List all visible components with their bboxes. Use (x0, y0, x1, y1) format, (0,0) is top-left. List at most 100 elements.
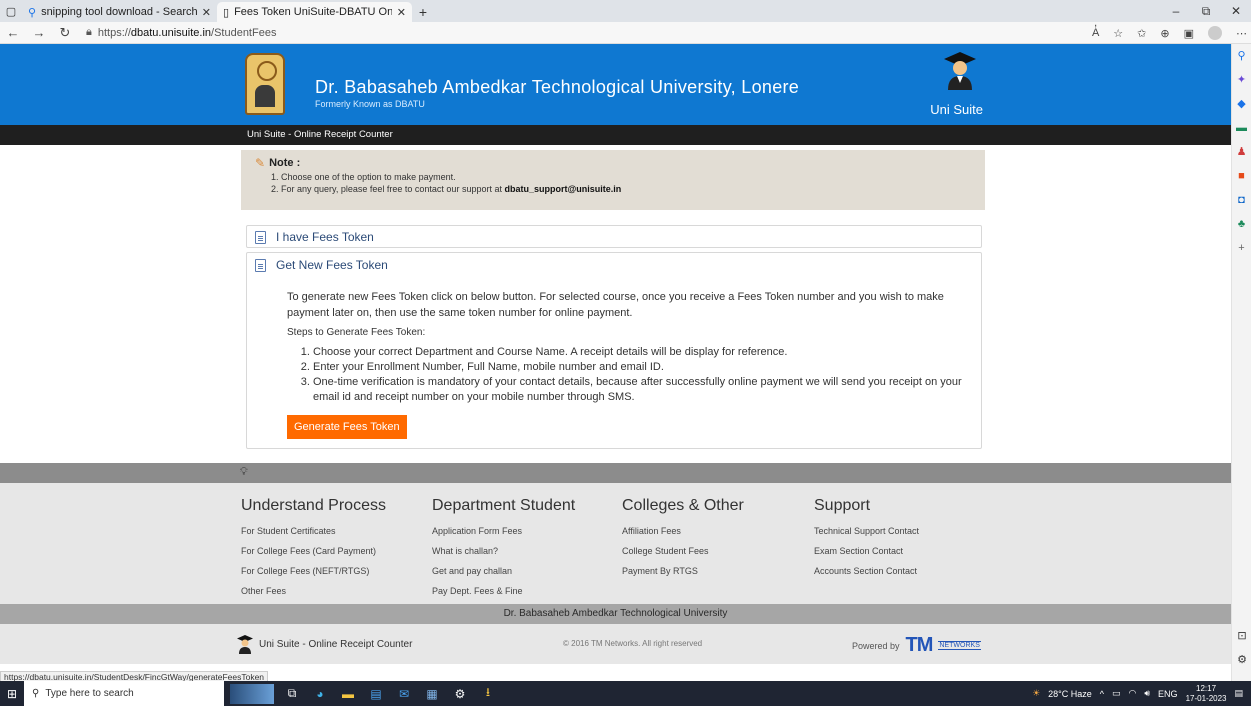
step-item: Enter your Enrollment Number, Full Name,… (313, 360, 971, 375)
taskbar-search-placeholder: Type here to search (45, 688, 134, 699)
language-indicator[interactable]: ENG (1158, 689, 1178, 699)
clock-time: 12:17 (1196, 683, 1217, 693)
taskbar-search[interactable]: ⚲ Type here to search (24, 681, 224, 706)
tm-networks-logo[interactable]: TM (906, 634, 934, 657)
steps-heading: Steps to Generate Fees Token: (287, 327, 426, 338)
sub-header-text: Uni Suite - Online Receipt Counter (247, 129, 393, 140)
outlook-icon[interactable]: ◘ (1232, 188, 1251, 212)
new-tab-button[interactable]: + (412, 2, 434, 22)
weather-text[interactable]: 28°C Haze (1048, 689, 1092, 699)
weather-icon: ☀ (1032, 688, 1041, 698)
footer-link[interactable]: Payment By RTGS (622, 561, 744, 581)
sidebar-toggle-icon[interactable]: ⊡ (1232, 624, 1251, 648)
notification-icon[interactable]: ▤ (1234, 688, 1243, 699)
network-icon[interactable]: ▭ (1112, 688, 1121, 699)
footer-link[interactable]: Get and pay challan (432, 561, 575, 581)
new-token-title[interactable]: Get New Fees Token (276, 258, 388, 272)
search-icon: ⚲ (28, 6, 37, 19)
lightbulb-icon: 💡︎ (240, 466, 248, 478)
footer-column-support: Support Technical Support Contact Exam S… (814, 497, 919, 581)
profile-avatar[interactable] (1208, 26, 1222, 40)
discover-icon[interactable]: ✦ (1232, 68, 1251, 92)
intro-text: To generate new Fees Token click on belo… (287, 291, 944, 319)
generate-fees-token-button[interactable]: Generate Fees Token (287, 415, 407, 439)
footer-link[interactable]: College Student Fees (622, 541, 744, 561)
settings-icon[interactable]: ⚙ (1232, 648, 1251, 672)
tab-label: Fees Token UniSuite-DBATU Onli (234, 6, 392, 18)
tab-actions-icon[interactable]: ▢ (0, 0, 22, 22)
header-banner: Dr. Babasaheb Ambedkar Technological Uni… (0, 44, 1231, 125)
footer-link[interactable]: Application Form Fees (432, 521, 575, 541)
tools-icon[interactable]: ▬ (1232, 116, 1251, 140)
close-window-icon[interactable]: ✕ (1221, 0, 1251, 22)
notepad-icon[interactable]: ▦ (422, 684, 442, 704)
restore-icon[interactable]: ⧉ (1191, 0, 1221, 22)
steps-list: Choose your correct Department and Cours… (287, 345, 971, 405)
read-aloud-icon[interactable]: A̓ (1092, 27, 1099, 39)
back-icon[interactable]: ← (0, 25, 26, 40)
footer-link[interactable]: Affiliation Fees (622, 521, 744, 541)
settings-icon[interactable]: ⚙ (450, 684, 470, 704)
pencil-icon: ✎ (255, 156, 266, 170)
start-button[interactable]: ⊞ (0, 681, 24, 706)
url-field[interactable]: 🔒︎ https://dbatu.unisuite.in/StudentFees (86, 26, 276, 39)
wifi-icon[interactable]: ◠ (1129, 688, 1137, 699)
edge-sidebar: ⚲ ✦ ◆ ▬ ♟ ■ ◘ ♣ + ⊡ ⚙ (1231, 44, 1251, 681)
download-icon[interactable]: ⭳ (478, 684, 498, 704)
collections-icon[interactable]: ⊕ (1160, 27, 1169, 40)
footer-university-bar: Dr. Babasaheb Ambedkar Technological Uni… (0, 604, 1231, 624)
close-tab-icon[interactable]: ✕ (202, 6, 211, 19)
search-highlight-icon[interactable] (230, 683, 274, 704)
footer-link[interactable]: What is challan? (432, 541, 575, 561)
footer-link[interactable]: Other Fees (241, 581, 386, 601)
forward-icon[interactable]: → (26, 25, 52, 40)
search-icon[interactable]: ⚲ (1232, 44, 1251, 68)
footer-link[interactable]: Technical Support Contact (814, 521, 919, 541)
footer-heading: Understand Process (241, 497, 386, 514)
footer-link[interactable]: Pay Dept. Fees & Fine (432, 581, 575, 601)
university-subtitle: Formerly Known as DBATU (315, 99, 425, 109)
have-token-panel[interactable]: I have Fees Token (246, 225, 982, 248)
volume-icon[interactable]: 🔊︎ (1144, 688, 1150, 699)
favorites-icon[interactable]: ✩ (1137, 27, 1146, 40)
shopping-icon[interactable]: ◆ (1232, 92, 1251, 116)
favorite-add-icon[interactable]: ☆ (1113, 27, 1123, 40)
url-prefix: https:// (97, 26, 131, 39)
web-page: Dr. Babasaheb Ambedkar Technological Uni… (0, 44, 1231, 681)
tab-search[interactable]: ⚲ snipping tool download - Search ✕ (22, 2, 217, 22)
have-token-title[interactable]: I have Fees Token (276, 230, 374, 244)
file-explorer-icon[interactable]: ▬ (338, 684, 358, 704)
tray-chevron-icon[interactable]: ^ (1100, 689, 1104, 699)
university-logo (245, 53, 285, 115)
minimize-icon[interactable]: – (1161, 0, 1191, 22)
footer-link[interactable]: For Student Certificates (241, 521, 386, 541)
mail-icon[interactable]: ✉ (394, 684, 414, 704)
more-icon[interactable]: ⋯ (1236, 27, 1247, 40)
games-icon[interactable]: ♟ (1232, 140, 1251, 164)
store-icon[interactable]: ▤ (366, 684, 386, 704)
document-icon (255, 258, 266, 272)
tree-icon[interactable]: ♣ (1232, 212, 1251, 236)
graduate-icon (944, 52, 976, 90)
refresh-icon[interactable]: ↻ (52, 25, 78, 41)
office-icon[interactable]: ■ (1232, 164, 1251, 188)
clock[interactable]: 12:17 17-01-2023 (1186, 684, 1227, 704)
close-tab-icon[interactable]: ✕ (397, 6, 406, 19)
footer-brand-text: Uni Suite - Online Receipt Counter (259, 638, 413, 650)
address-bar: ← → ↻ 🔒︎ https://dbatu.unisuite.in/Stude… (0, 22, 1251, 44)
system-tray: ☀ 28°C Haze ^ ▭ ◠ 🔊︎ ENG 12:17 17-01-202… (1032, 681, 1243, 706)
window-controls: – ⧉ ✕ (1161, 0, 1251, 22)
powered-by-text: Powered by (852, 640, 900, 651)
extensions-icon[interactable]: ▣ (1184, 27, 1194, 40)
task-view-icon[interactable]: ⧉ (282, 684, 302, 704)
tab-fees-token[interactable]: ▯ Fees Token UniSuite-DBATU Onli ✕ (217, 2, 412, 22)
footer-link[interactable]: Exam Section Contact (814, 541, 919, 561)
footer-link[interactable]: Accounts Section Contact (814, 561, 919, 581)
edge-icon[interactable]: ◕ (310, 684, 330, 704)
add-icon[interactable]: + (1232, 236, 1251, 260)
step-item: Choose your correct Department and Cours… (313, 345, 971, 360)
footer-link[interactable]: For College Fees (NEFT/RTGS) (241, 561, 386, 581)
note-line-2: 2. For any query, please feel free to co… (271, 184, 622, 194)
footer-link[interactable]: For College Fees (Card Payment) (241, 541, 386, 561)
document-icon (255, 230, 266, 244)
